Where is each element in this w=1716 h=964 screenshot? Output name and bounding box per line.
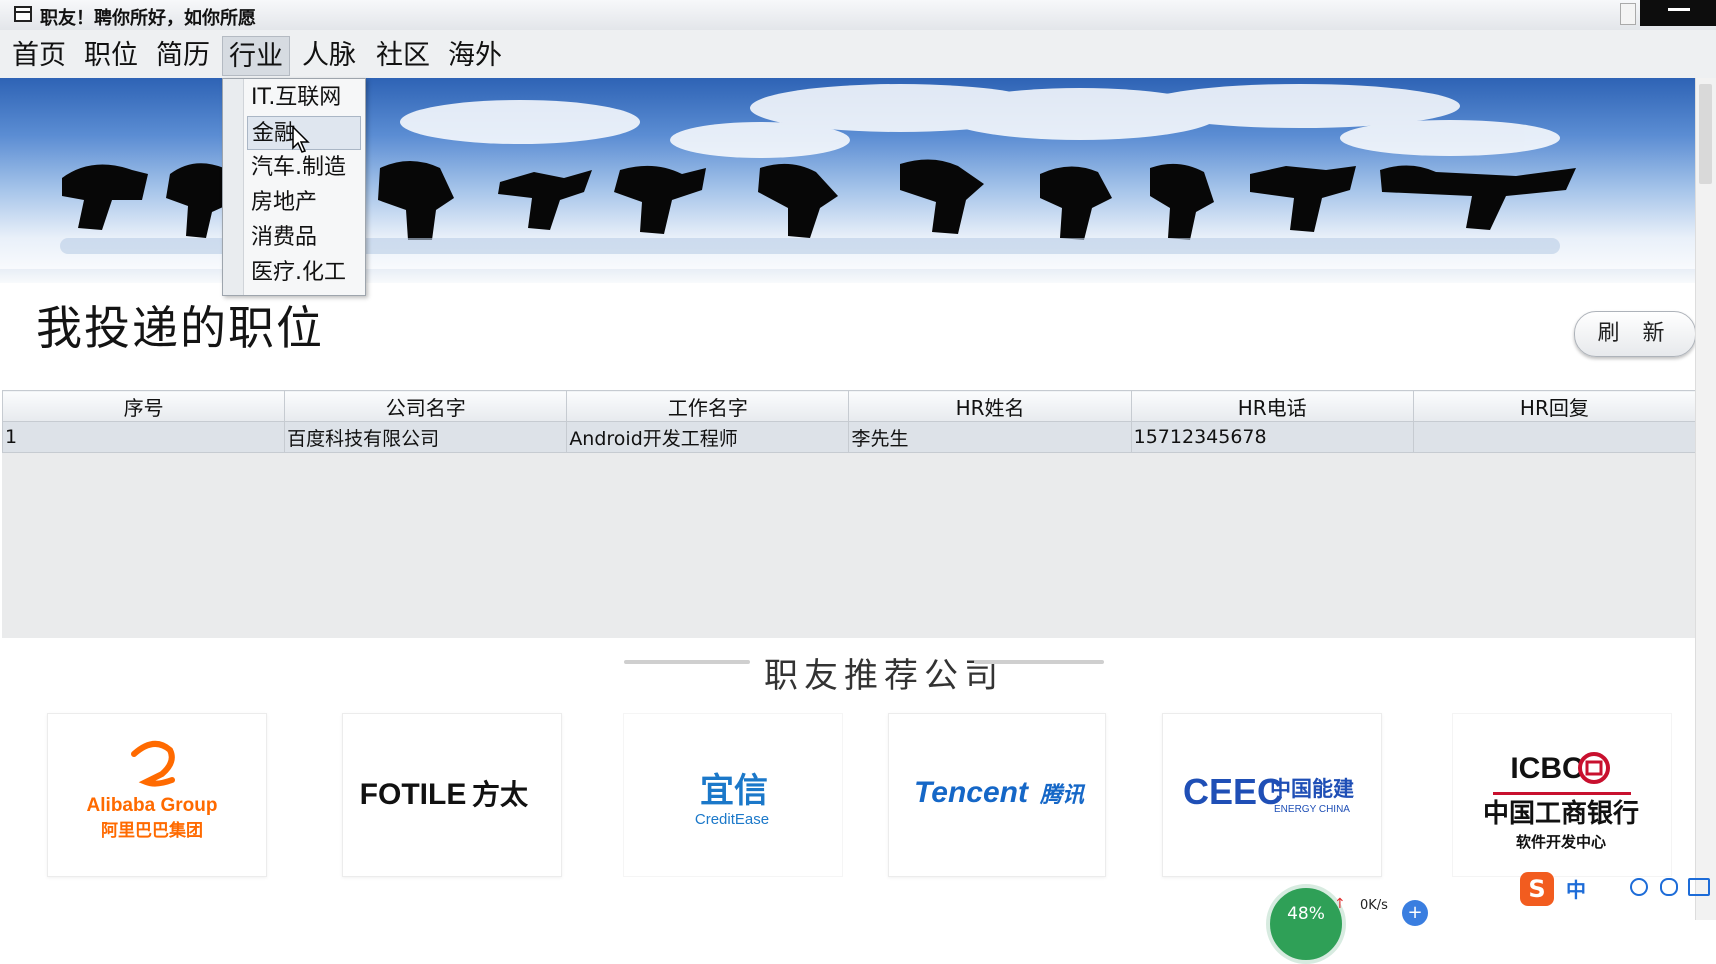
column-header-hr-phone[interactable]: HR电话	[1130, 390, 1414, 422]
table-header-row: 序号 公司名字 工作名字 HR姓名 HR电话 HR回复	[1, 390, 1697, 422]
column-header-company[interactable]: 公司名字	[284, 390, 568, 422]
company-card-fotile[interactable]: FOTILE 方太	[342, 713, 562, 877]
cell-company[interactable]: 百度科技有限公司	[284, 421, 568, 453]
recommend-title: 职友推荐公司	[764, 656, 1004, 696]
creditease-logo-cn: 宜信	[700, 771, 768, 811]
emoji-icon[interactable]	[1630, 878, 1648, 896]
icbc-logo-cn: 中国工商银行	[1483, 798, 1639, 829]
tencent-logo: Tencent 腾讯	[914, 776, 1086, 809]
window-titlebar: 职友！聘你所好，如你所愿	[0, 0, 1716, 31]
sogou-ime-icon[interactable]: S	[1520, 872, 1554, 906]
dropdown-item-auto-manufacturing[interactable]: 汽车.制造	[247, 151, 361, 185]
cell-hr-name[interactable]: 李先生	[848, 421, 1132, 453]
tencent-logo-name: Tencent	[914, 776, 1030, 809]
industry-dropdown-menu: IT.互联网 金融 汽车.制造 房地产 消费品 医疗.化工	[222, 78, 366, 296]
window-minimize-button[interactable]	[1640, 0, 1716, 26]
company-card-icbc[interactable]: ICBC 中国工商银行 软件开发中心	[1452, 713, 1672, 877]
table-row[interactable]: 1 百度科技有限公司 Android开发工程师 李先生 15712345678	[1, 421, 1697, 453]
keyboard-icon[interactable]	[1688, 878, 1710, 896]
alibaba-logo: Alibaba Group 阿里巴巴集团	[87, 741, 218, 841]
cell-hr-reply[interactable]	[1412, 421, 1697, 453]
creditease-logo: 宜信 CreditEase	[695, 771, 769, 828]
upload-arrow-icon: ↑	[1334, 896, 1346, 912]
svg-text:CEEC: CEEC	[1183, 771, 1283, 812]
cell-index[interactable]: 1	[1, 421, 286, 453]
window-title: 职友！聘你所好，如你所愿	[40, 8, 256, 29]
fotile-logo: FOTILE 方太	[360, 778, 529, 811]
energy-china-logo-name: ENERGY CHINA	[1274, 804, 1350, 815]
creditease-logo-name: CreditEase	[695, 811, 769, 828]
menu-home[interactable]: 首页	[6, 36, 72, 76]
net-speed: 0K/s	[1360, 898, 1388, 913]
divider-left	[624, 660, 750, 664]
menu-resume[interactable]: 简历	[150, 36, 216, 76]
menu-overseas[interactable]: 海外	[442, 36, 508, 76]
dropdown-gutter	[223, 79, 244, 295]
dropdown-item-it-internet[interactable]: IT.互联网	[247, 81, 361, 115]
column-header-index[interactable]: 序号	[1, 390, 286, 422]
applications-table: 序号 公司名字 工作名字 HR姓名 HR电话 HR回复 1 百度科技有限公司 A…	[1, 390, 1697, 638]
menu-network[interactable]: 人脉	[296, 36, 362, 76]
mouse-cursor-icon	[292, 126, 310, 153]
icbc-logo: ICBC 中国工商银行 软件开发中心	[1483, 752, 1639, 851]
menu-industry[interactable]: 行业	[222, 36, 290, 76]
alibaba-logo-cn: 阿里巴巴集团	[101, 820, 203, 841]
ime-language[interactable]: 中	[1566, 874, 1586, 903]
tencent-logo-cn: 腾讯	[1039, 783, 1086, 808]
company-card-creditease[interactable]: 宜信 CreditEase	[623, 713, 843, 877]
cell-job[interactable]: Android开发工程师	[566, 421, 850, 453]
company-card-alibaba[interactable]: Alibaba Group 阿里巴巴集团	[47, 713, 267, 877]
dropdown-item-real-estate[interactable]: 房地产	[247, 186, 361, 220]
alibaba-logo-name: Alibaba Group	[87, 795, 218, 816]
dropdown-item-consumer-goods[interactable]: 消费品	[247, 221, 361, 255]
icbc-logo-name: ICBC	[1510, 752, 1583, 785]
energy-china-logo-cn: 中国能建	[1270, 777, 1354, 801]
microphone-icon[interactable]	[1660, 878, 1678, 896]
menu-community[interactable]: 社区	[370, 36, 436, 76]
column-header-hr-reply[interactable]: HR回复	[1412, 390, 1697, 422]
window-restore-button[interactable]	[1620, 3, 1636, 25]
company-card-energy-china[interactable]: CEEC 中国能建 ENERGY CHINA	[1162, 713, 1382, 877]
company-card-tencent[interactable]: Tencent 腾讯	[888, 713, 1106, 877]
plus-bubble-icon[interactable]: +	[1402, 900, 1428, 926]
icbc-logo-sub: 软件开发中心	[1516, 833, 1606, 851]
column-header-hr-name[interactable]: HR姓名	[848, 390, 1132, 422]
fotile-logo-cn: 方太	[472, 778, 529, 811]
vertical-scrollbar[interactable]	[1695, 78, 1716, 920]
refresh-button[interactable]: 刷 新	[1574, 311, 1696, 357]
applications-grid: 序号 公司名字 工作名字 HR姓名 HR电话 HR回复 1 百度科技有限公司 A…	[1, 390, 1697, 453]
energy-china-logo: CEEC 中国能建 ENERGY CHINA	[1183, 771, 1354, 815]
page-title: 我投递的职位	[36, 301, 324, 355]
divider-right	[974, 660, 1104, 664]
scrollbar-thumb[interactable]	[1699, 84, 1712, 184]
column-header-job[interactable]: 工作名字	[566, 390, 850, 422]
dropdown-item-medical-chemical[interactable]: 医疗.化工	[247, 256, 361, 290]
window-icon	[14, 6, 32, 22]
menu-jobs[interactable]: 职位	[78, 36, 144, 76]
fotile-logo-name: FOTILE	[360, 778, 467, 811]
cell-hr-phone[interactable]: 15712345678	[1130, 421, 1414, 453]
